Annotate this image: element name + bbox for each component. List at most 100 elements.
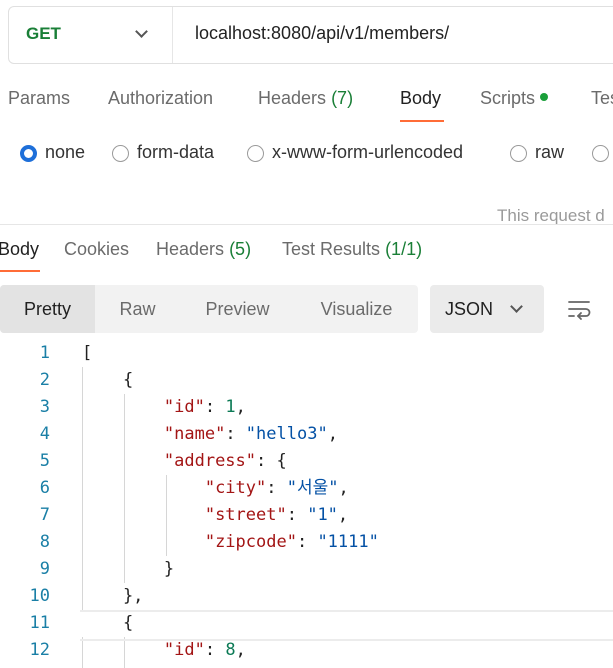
radio-binary[interactable] — [592, 145, 609, 162]
json-number: 8 — [225, 640, 236, 660]
tab-count: (7) — [331, 88, 354, 108]
tab-label: Body — [400, 88, 442, 108]
json-key: "name" — [163, 424, 226, 444]
tab-label: Scripts — [480, 88, 536, 108]
line-number: 1 — [39, 343, 50, 363]
json-string: "서울" — [286, 478, 339, 498]
tab-label: Headers — [258, 88, 327, 108]
line-number: 3 — [39, 397, 50, 417]
code-line: 6 "city": "서울", — [0, 475, 613, 502]
response-tabs: Body Cookies Headers (5) Test Results (1… — [0, 228, 613, 274]
tab-tests[interactable]: Tes — [591, 88, 613, 109]
url-input[interactable]: localhost:8080/api/v1/members/ — [195, 23, 449, 44]
radio-label-form-data: form-data — [137, 142, 215, 162]
tab-label: Test Results — [282, 239, 381, 259]
radio-form-data[interactable] — [112, 145, 129, 162]
body-info-text: This request d — [497, 206, 605, 225]
view-mode-group: Pretty Raw Preview Visualize — [0, 285, 418, 333]
code-line: 10 }, — [0, 583, 613, 610]
json-key: "address" — [163, 451, 257, 471]
line-number: 5 — [39, 451, 50, 471]
code-line: 5 "address": { — [0, 448, 613, 475]
code-text: "id": 8, — [163, 640, 246, 660]
radio-label-raw: raw — [535, 142, 565, 162]
format-label: JSON — [445, 299, 494, 319]
line-number: 8 — [39, 532, 50, 552]
tab-label: Tes — [591, 88, 613, 108]
line-number: 4 — [39, 424, 50, 444]
json-string: "1111" — [317, 532, 379, 552]
tab-count: (5) — [229, 239, 252, 259]
code-text: { — [82, 370, 134, 390]
code-text: } — [82, 559, 175, 579]
json-key: "id" — [163, 640, 205, 660]
code-text: "address": { — [163, 451, 287, 471]
tab-test-results[interactable]: Test Results (1/1) — [282, 239, 422, 260]
code-text: }, — [82, 586, 144, 606]
tab-cookies[interactable]: Cookies — [64, 239, 129, 260]
tab-label: Cookies — [64, 239, 130, 259]
chevron-down-icon — [510, 300, 523, 313]
radio-label-urlencoded: x-www-form-urlencoded — [272, 142, 464, 162]
code-text: [ — [82, 343, 93, 363]
status-dot-icon — [540, 93, 549, 102]
tab-headers[interactable]: Headers (7) — [258, 88, 353, 109]
code-line: 9 } — [0, 556, 613, 583]
code-line: 1 [ — [0, 340, 613, 367]
view-preview-button[interactable]: Preview — [180, 285, 295, 333]
json-number: 1 — [225, 397, 236, 417]
code-line: 3 "id": 1, — [0, 394, 613, 421]
json-string: "1" — [307, 505, 338, 525]
active-tab-indicator — [400, 120, 444, 122]
chevron-down-icon — [135, 25, 148, 38]
radio-none[interactable] — [20, 145, 37, 162]
tab-params[interactable]: Params — [8, 88, 70, 109]
request-tabs: Params Authorization Headers (7) Body Sc… — [0, 80, 613, 124]
code-text: "street": "1", — [204, 505, 349, 525]
tab-body[interactable]: Body — [400, 88, 441, 109]
tab-authorization[interactable]: Authorization — [108, 88, 213, 109]
line-number: 7 — [39, 505, 50, 525]
line-number: 10 — [29, 586, 50, 606]
pane-divider[interactable] — [0, 224, 613, 225]
tab-count: (1/1) — [385, 239, 423, 259]
active-tab-indicator — [0, 270, 40, 272]
wrap-lines-icon[interactable] — [566, 296, 592, 322]
json-key: "city" — [204, 478, 267, 498]
tab-response-headers[interactable]: Headers (5) — [156, 239, 251, 260]
line-number: 6 — [39, 478, 50, 498]
format-select[interactable]: JSON — [430, 285, 544, 333]
line-number: 9 — [39, 559, 50, 579]
json-string: "hello3" — [245, 424, 328, 444]
code-line: 4 "name": "hello3", — [0, 421, 613, 448]
code-line: 2 { — [0, 367, 613, 394]
code-text: "zipcode": "1111" — [204, 532, 379, 552]
code-line: 12 "id": 8, — [0, 637, 613, 664]
code-text: { — [82, 613, 134, 633]
code-text: "city": "서울", — [204, 478, 349, 498]
code-line: 8 "zipcode": "1111" — [0, 529, 613, 556]
method-select[interactable]: GET — [9, 7, 173, 63]
method-label: GET — [26, 24, 61, 43]
radio-raw[interactable] — [510, 145, 527, 162]
tab-label: Authorization — [108, 88, 214, 108]
tab-label: Params — [8, 88, 71, 108]
tab-label: Headers — [156, 239, 225, 259]
request-bar: GET localhost:8080/api/v1/members/ — [8, 6, 613, 64]
json-key: "id" — [163, 397, 205, 417]
code-text: "id": 1, — [163, 397, 246, 417]
code-line-active: 11 { — [0, 610, 613, 641]
tab-label: Body — [0, 239, 40, 259]
view-raw-button[interactable]: Raw — [95, 285, 180, 333]
view-visualize-button[interactable]: Visualize — [295, 285, 418, 333]
radio-urlencoded[interactable] — [247, 145, 264, 162]
view-pretty-button[interactable]: Pretty — [0, 285, 95, 333]
radio-label-none: none — [45, 142, 86, 162]
tab-scripts[interactable]: Scripts — [480, 88, 549, 109]
json-key: "street" — [204, 505, 287, 525]
line-number: 11 — [29, 613, 50, 633]
response-code-editor[interactable]: 1 [ 2 { 3 "id": 1, 4 "name": "hello3", 5… — [0, 340, 613, 668]
tab-response-body[interactable]: Body — [0, 239, 39, 260]
code-text: "name": "hello3", — [163, 424, 338, 444]
json-key: "zipcode" — [204, 532, 297, 552]
